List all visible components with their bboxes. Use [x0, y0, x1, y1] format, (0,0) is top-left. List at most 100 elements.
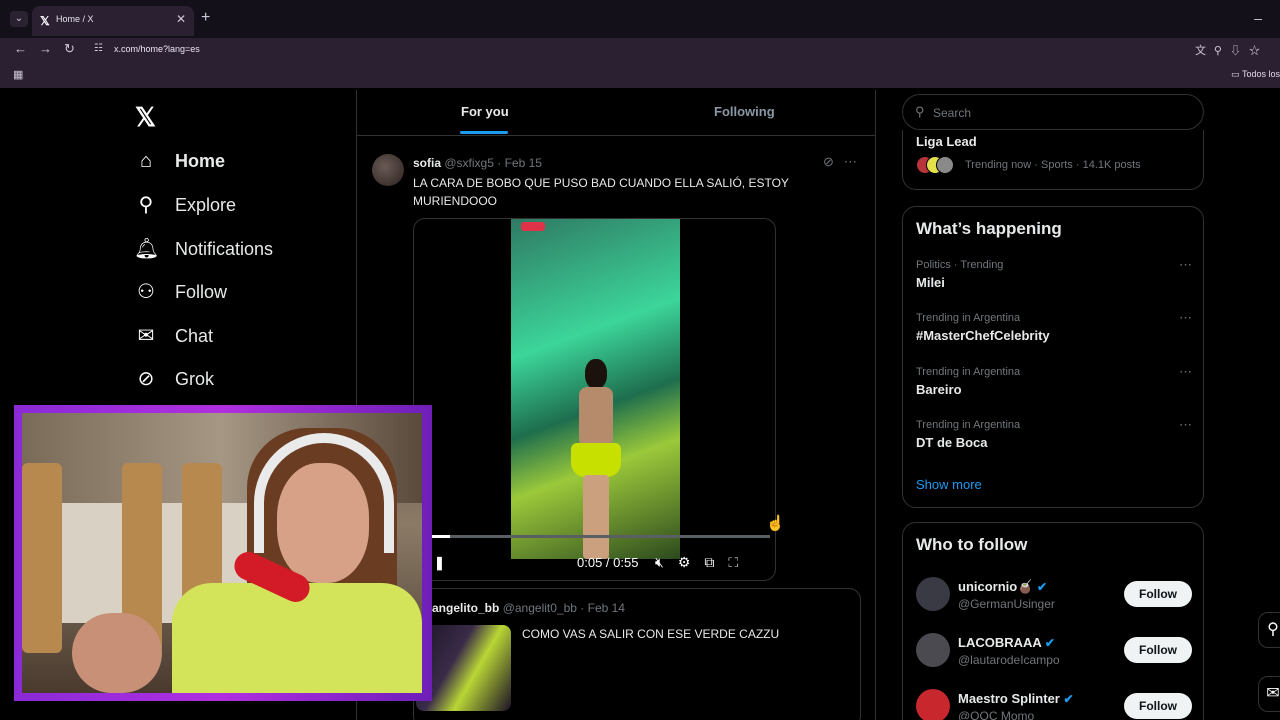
right-sidebar: ⚲ Search Liga Lead Trending now · Sports…: [900, 90, 1206, 720]
nav-chat[interactable]: ✉ Chat: [134, 321, 213, 351]
trend-avatars: [916, 156, 958, 174]
trend-item[interactable]: Trending in Argentina Bareiro ⋯: [916, 364, 1192, 406]
feed-tabs: For you Following: [357, 90, 875, 136]
trend-name: #MasterChefCelebrity: [916, 328, 1050, 343]
video-progress-bar[interactable]: [430, 535, 770, 538]
back-arrow-icon[interactable]: ←: [14, 41, 27, 56]
nav-chat-label: Chat: [175, 325, 214, 346]
new-tab-icon[interactable]: +: [201, 9, 210, 27]
who-to-follow-heading: Who to follow: [916, 535, 1028, 554]
x-logo-icon[interactable]: 𝕏: [135, 102, 156, 133]
follow-button[interactable]: Follow: [1124, 693, 1192, 719]
tab-close-icon[interactable]: ✕: [176, 12, 186, 26]
more-options-icon[interactable]: ⋯: [1179, 257, 1192, 273]
quoted-post-text: COMO VAS A SALIR CON ESE VERDE CAZZU: [522, 627, 780, 641]
trend-item[interactable]: Trending in Argentina DT de Boca ⋯: [916, 417, 1192, 459]
whats-happening-card: What’s happening Politics · Trending Mil…: [902, 206, 1204, 508]
nav-follow[interactable]: ⚇ Follow: [134, 277, 227, 307]
avatar[interactable]: [916, 689, 950, 720]
tab-for-you[interactable]: For you: [461, 104, 509, 119]
browser-toolbar: ← → ↻ ☷ x.com/home?lang=es 文⚲⇩☆: [0, 38, 1280, 62]
trend-context: Politics · Trending: [916, 259, 1004, 271]
avatar[interactable]: [372, 154, 404, 186]
show-more-link[interactable]: Show more: [916, 477, 982, 492]
follow-suggestion[interactable]: LACOBRAAA ✔ @lautarodeIcampo Follow: [916, 631, 1192, 671]
more-options-icon[interactable]: ⋯: [1179, 364, 1192, 380]
nav-explore[interactable]: ⚲ Explore: [134, 190, 236, 220]
trend-title: Liga Lead: [916, 134, 977, 149]
avatar[interactable]: [916, 577, 950, 611]
mute-icon[interactable]: 🔇︎: [655, 554, 678, 570]
quoted-post[interactable]: angelito_bb @angelit0_bb · Feb 14 COMO V…: [413, 588, 861, 720]
fullscreen-icon[interactable]: ⛶: [728, 554, 752, 570]
apps-grid-icon[interactable]: ▦: [13, 68, 23, 81]
more-options-icon[interactable]: ⋯: [1179, 417, 1192, 433]
pip-icon[interactable]: ⧉: [704, 554, 728, 570]
trending-card[interactable]: Liga Lead Trending now · Sports · 14.1K …: [902, 130, 1204, 190]
search-placeholder: Search: [933, 106, 972, 120]
post-actions: ⊘⋯: [823, 154, 867, 170]
avatar[interactable]: [916, 633, 950, 667]
more-options-icon[interactable]: ⋯: [1179, 310, 1192, 326]
suggestion-name-row: unicornio🧉 ✔: [958, 579, 1047, 595]
home-icon: ⌂: [139, 150, 153, 172]
verified-badge-icon: ✔: [1063, 692, 1074, 706]
post-date[interactable]: · Feb 15: [497, 156, 542, 170]
post-author-name[interactable]: sofia: [413, 156, 441, 170]
pause-icon[interactable]: ❚: [434, 555, 445, 571]
tab-following[interactable]: Following: [714, 104, 775, 119]
suggestion-name: LACOBRAAA: [958, 635, 1042, 650]
nav-home[interactable]: ⌂ Home: [134, 146, 225, 176]
search-icon: ⚲: [915, 104, 925, 119]
video-control-icons: 🔇︎⚙⧉⛶: [655, 554, 752, 571]
forward-arrow-icon[interactable]: →: [39, 41, 52, 56]
trend-name: DT de Boca: [916, 435, 988, 450]
nav-notifications[interactable]: 🔔︎ Notifications: [134, 234, 273, 264]
tab-search-icon[interactable]: ⌄: [10, 11, 28, 27]
video-controls: ❚ 0:05 / 0:55 🔇︎⚙⧉⛶: [414, 549, 775, 577]
address-bar[interactable]: ☷ x.com/home?lang=es: [88, 39, 1188, 61]
more-options-icon[interactable]: ⋯: [844, 154, 867, 169]
suggestion-handle: @OOC Momo: [958, 709, 1035, 720]
site-info-icon[interactable]: ☷: [94, 43, 103, 54]
search-input[interactable]: ⚲ Search: [902, 94, 1204, 130]
video-time: 0:05 / 0:55: [577, 555, 639, 570]
suggestion-handle: @GermanUsinger: [958, 597, 1055, 611]
recording-badge: [521, 222, 545, 231]
post-header: sofia @sxfixg5 · Feb 15: [413, 156, 542, 170]
tab-title: Home / X: [56, 14, 94, 24]
who-to-follow-card: Who to follow unicornio🧉 ✔ @GermanUsinge…: [902, 522, 1204, 720]
reload-icon[interactable]: ↻: [64, 41, 75, 57]
trend-item[interactable]: Politics · Trending Milei ⋯: [916, 257, 1192, 299]
quoted-author-name: angelito_bb: [432, 601, 500, 615]
nav-grok[interactable]: ⊘ Grok: [134, 364, 214, 394]
nav-grok-label: Grok: [175, 368, 215, 389]
bell-icon: 🔔︎: [134, 238, 160, 260]
minimize-icon[interactable]: –: [1254, 10, 1262, 26]
nav-home-label: Home: [175, 150, 226, 171]
grok-explain-icon[interactable]: ⊘: [823, 154, 844, 169]
active-tab-indicator: [460, 131, 508, 134]
trend-name: Bareiro: [916, 382, 962, 397]
post-author-handle[interactable]: @sxfixg5: [444, 156, 494, 170]
video-player[interactable]: ❚ 0:05 / 0:55 🔇︎⚙⧉⛶: [413, 218, 776, 581]
grok-floating-icon[interactable]: ⚲: [1258, 612, 1280, 648]
quoted-post-date: · Feb 14: [580, 601, 625, 615]
browser-tab[interactable]: 𝕏 Home / X ✕: [32, 6, 194, 36]
trend-item[interactable]: Trending in Argentina #MasterChefCelebri…: [916, 310, 1192, 352]
main-feed: For you Following sofia @sxfixg5 · Feb 1…: [356, 90, 876, 720]
bookmarks-bar: ▦ ▭ Todos los: [0, 62, 1280, 88]
follow-button[interactable]: Follow: [1124, 637, 1192, 663]
follow-suggestion[interactable]: Maestro Splinter ✔ @OOC Momo Follow: [916, 687, 1192, 720]
video-performer: [567, 359, 625, 559]
mouse-cursor-icon: ☝: [766, 515, 785, 532]
follow-suggestion[interactable]: unicornio🧉 ✔ @GermanUsinger Follow: [916, 575, 1192, 615]
follow-button[interactable]: Follow: [1124, 581, 1192, 607]
bookmark-folder[interactable]: ▭ Todos los: [1231, 69, 1280, 80]
trend-context: Trending in Argentina: [916, 366, 1021, 378]
suggestion-name: Maestro Splinter: [958, 691, 1060, 706]
messages-floating-icon[interactable]: ✉: [1258, 676, 1280, 712]
toolbar-icons[interactable]: 文⚲⇩☆: [1195, 42, 1268, 58]
trend-meta: Trending now · Sports · 14.1K posts: [965, 159, 1141, 171]
settings-gear-icon[interactable]: ⚙: [678, 554, 705, 570]
